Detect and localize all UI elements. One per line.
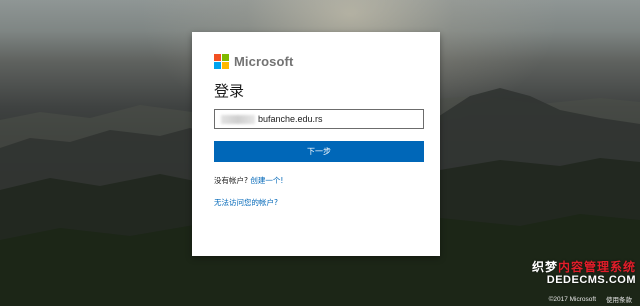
watermark-title: 织梦内容管理系统 bbox=[531, 260, 636, 274]
signin-card: Microsoft 登录 bufanche.edu.rs 下一步 没有帐户? 创… bbox=[192, 32, 440, 256]
no-account-text: 没有帐户? bbox=[214, 176, 248, 185]
brand-name: Microsoft bbox=[234, 53, 294, 69]
email-field[interactable]: bufanche.edu.rs bbox=[214, 109, 424, 129]
watermark-logo: 织梦内容管理系统 DEDECMS.COM bbox=[532, 261, 636, 286]
create-account-link[interactable]: 创建一个! bbox=[250, 176, 283, 185]
redacted-username bbox=[221, 114, 255, 124]
next-button[interactable]: 下一步 bbox=[214, 141, 424, 162]
brand-header: Microsoft bbox=[214, 52, 426, 70]
terms-link[interactable]: 使用条款 bbox=[606, 294, 632, 304]
footer: ©2017 Microsoft 使用条款 bbox=[539, 294, 632, 305]
login-page: Microsoft 登录 bufanche.edu.rs 下一步 没有帐户? 创… bbox=[0, 0, 640, 306]
cant-access-link[interactable]: 无法访问您的帐户? bbox=[214, 198, 278, 207]
page-title: 登录 bbox=[214, 82, 245, 100]
watermark-domain: DEDECMS.COM bbox=[546, 274, 636, 286]
email-field-value: bufanche.edu.rs bbox=[258, 114, 323, 124]
no-account-row: 没有帐户? 创建一个! bbox=[214, 175, 426, 187]
cant-access-row: 无法访问您的帐户? bbox=[214, 197, 426, 209]
copyright-text: ©2017 Microsoft bbox=[548, 295, 596, 303]
microsoft-logo-icon bbox=[214, 53, 229, 69]
